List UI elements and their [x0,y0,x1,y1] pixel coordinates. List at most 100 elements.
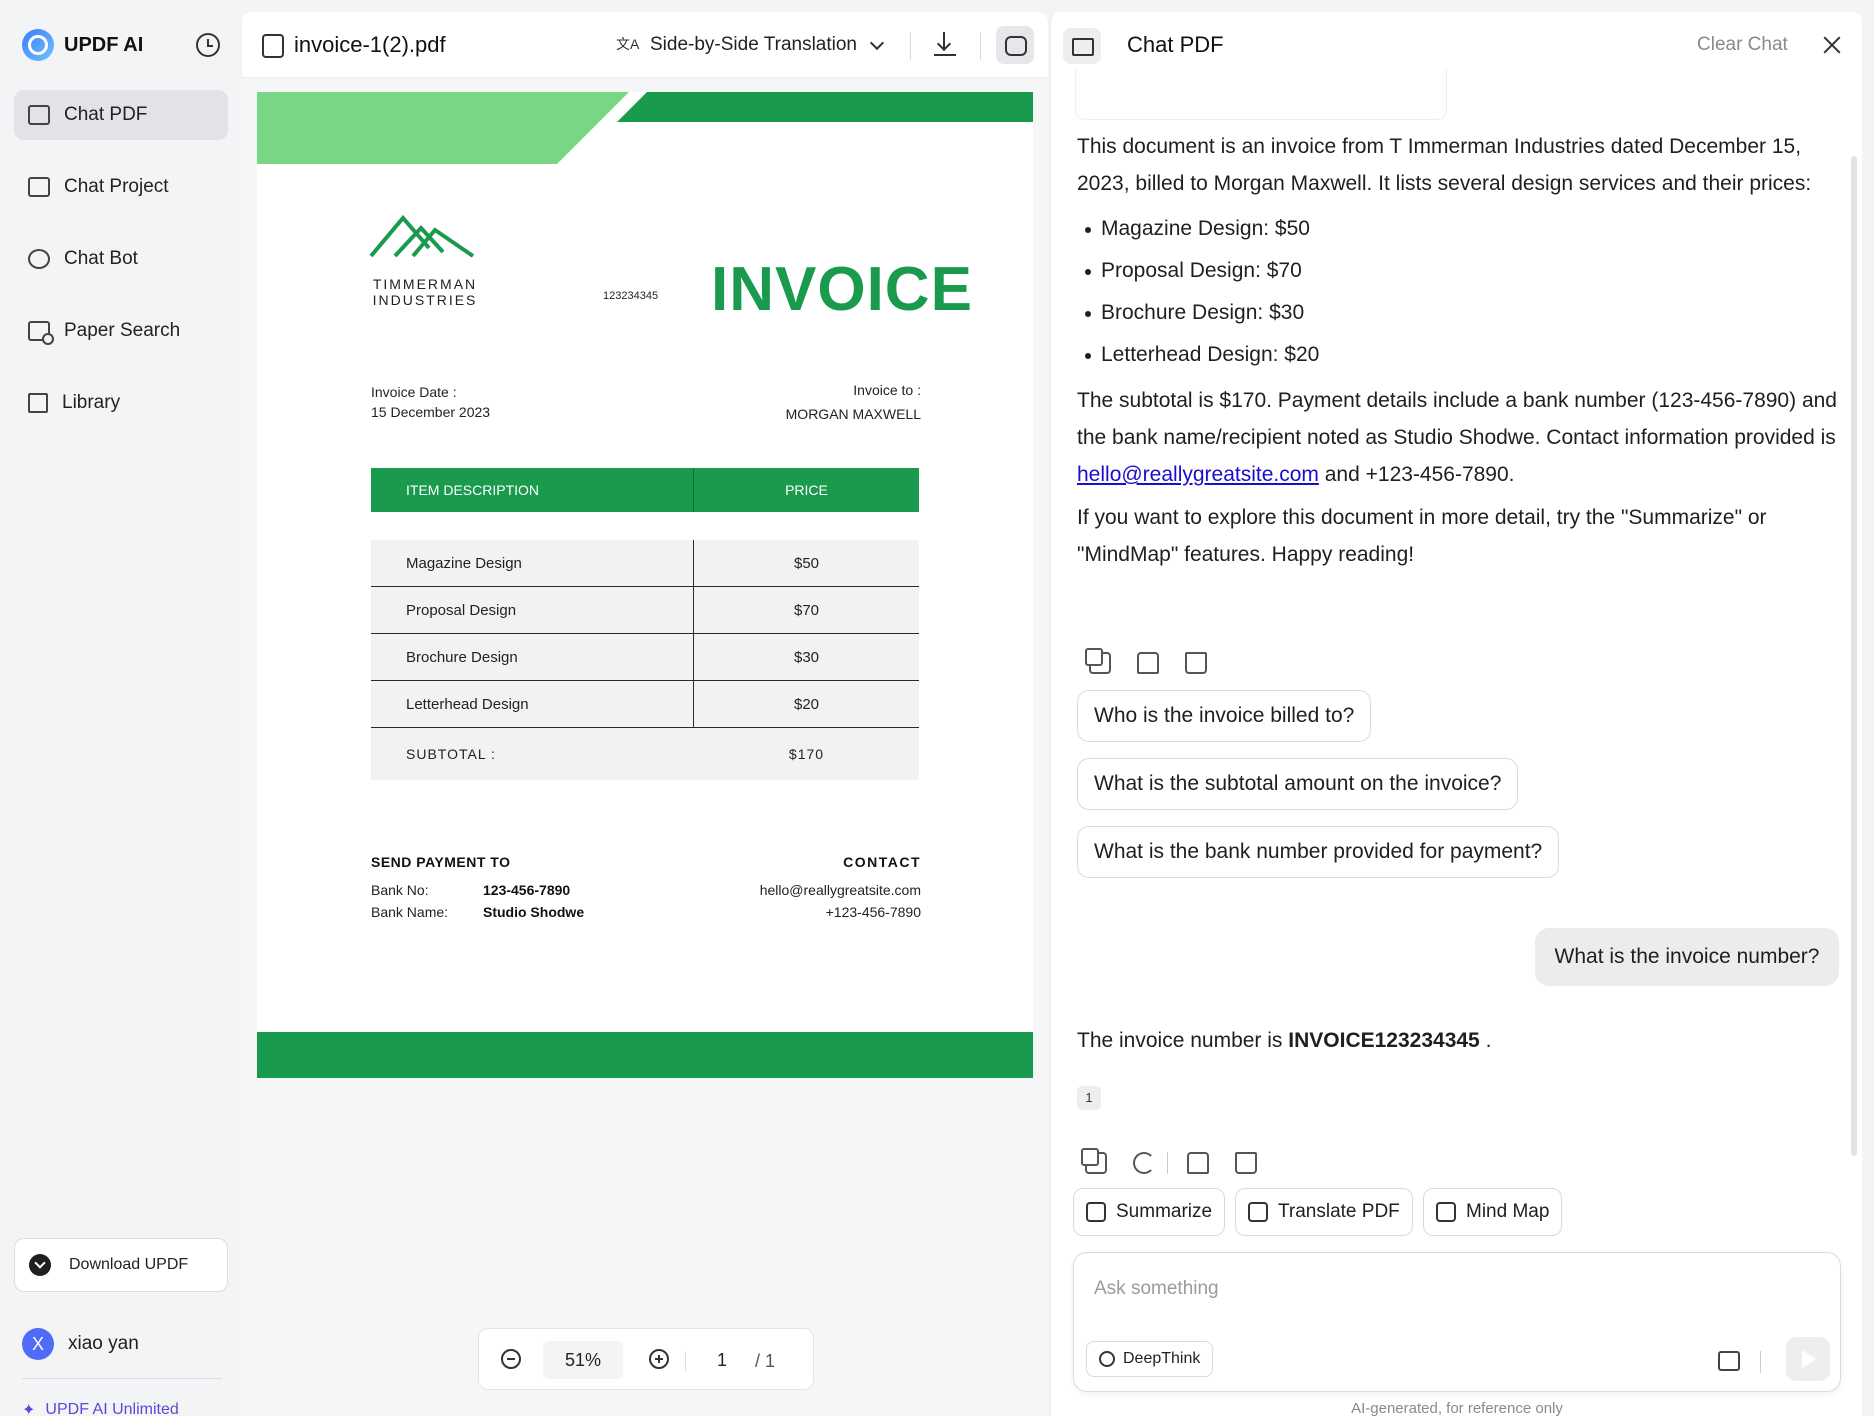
contact-email: hello@reallygreatsite.com [759,882,921,898]
plan-link[interactable]: ✦ UPDF AI Unlimited [22,1400,179,1416]
summarize-button[interactable]: Summarize [1073,1188,1226,1236]
zoom-in-icon[interactable] [649,1349,669,1369]
column-header-price: PRICE [785,482,828,498]
scrollbar[interactable] [1851,156,1857,1156]
subtotal-label: SUBTOTAL : [406,746,496,762]
zoom-level[interactable]: 51% [543,1341,623,1379]
summarize-icon [1086,1202,1106,1222]
list-item: Brochure Design: $30 [1077,292,1837,334]
price-cell: $30 [793,649,820,666]
thumbs-up-icon[interactable] [1137,652,1159,674]
divider [910,32,911,60]
brand[interactable]: UPDF AI [22,28,143,62]
thumbs-up-icon[interactable] [1187,1152,1209,1174]
citation-badge[interactable]: 1 [1077,1086,1101,1110]
translate-icon[interactable]: 文A [616,34,640,58]
send-button[interactable] [1786,1337,1830,1381]
chat-input-box: DeepThink [1073,1252,1841,1392]
invoice-number-answer: INVOICE123234345 [1288,1029,1480,1052]
ai-assistant-toggle-icon[interactable] [996,26,1034,64]
invoice-date-value: 15 December 2023 [371,404,491,420]
suggested-question[interactable]: What is the subtotal amount on the invoi… [1077,758,1519,810]
header-band-dark [647,92,1033,122]
library-icon [28,393,48,413]
deepthink-button[interactable]: DeepThink [1086,1341,1214,1377]
download-updf-button[interactable]: Download UPDF [14,1238,228,1292]
previous-message-card [1075,68,1447,120]
pdf-file-icon [262,34,284,58]
invoice-to: Invoice to : MORGAN MAXWELL [786,378,921,426]
subtotal-row: SUBTOTAL : $170 [371,728,919,780]
page-total: / 1 [755,1351,776,1371]
chevron-down-icon[interactable] [869,35,885,51]
header-band-dark-edge [617,92,647,122]
translation-mode-select[interactable]: Side-by-Side Translation [650,34,857,56]
invoice-number: 123234345 [603,290,659,302]
bank-number: Bank No: 123-456-7890 [371,882,570,898]
clear-chat-button[interactable]: Clear Chat [1697,34,1788,56]
invoice-date: Invoice Date : 15 December 2023 [371,382,490,422]
thumbs-down-icon[interactable] [1235,1152,1257,1174]
copy-icon[interactable] [1085,648,1111,674]
mind-map-button[interactable]: Mind Map [1423,1188,1563,1236]
item-cell: Brochure Design [371,634,694,680]
user-profile[interactable]: X xiao yan [22,1328,139,1360]
divider [22,1378,222,1379]
chat-pdf-icon [28,105,50,125]
download-icon [29,1254,51,1276]
sidebar-item-chat-pdf[interactable]: Chat PDF [14,90,228,140]
image-upload-icon[interactable] [1718,1351,1740,1371]
brand-name: UPDF AI [64,33,144,56]
email-link[interactable]: hello@reallygreatsite.com [1077,463,1319,486]
sidebar-nav: Chat PDF Chat Project Chat Bot Paper Sea… [14,90,228,450]
table-header: ITEM DESCRIPTION PRICE [371,468,919,512]
list-item: Proposal Design: $70 [1077,250,1837,292]
suggested-question[interactable]: Who is the invoice billed to? [1077,690,1372,742]
zoom-out-icon[interactable] [501,1349,521,1369]
sidebar-item-label: Chat Bot [64,248,138,269]
close-icon[interactable] [1821,34,1843,56]
divider [685,1351,686,1371]
column-header-item: ITEM DESCRIPTION [371,468,694,512]
sidebar-item-library[interactable]: Library [14,378,228,428]
translate-pdf-button[interactable]: Translate PDF [1235,1188,1413,1236]
invoice-to-label: Invoice to : [853,382,921,398]
price-cell: $50 [793,555,820,572]
sidebar-item-paper-search[interactable]: Paper Search [14,306,228,356]
item-cell: Magazine Design [371,540,694,586]
history-icon[interactable] [196,33,220,57]
assistant-message: This document is an invoice from T Immer… [1077,128,1837,573]
company-name-line: TIMMERMAN [372,276,478,292]
invoice-title: INVOICE [711,255,973,324]
file-name: invoice-1(2).pdf [294,32,446,57]
payment-heading: SEND PAYMENT TO [371,854,511,870]
regenerate-icon[interactable] [1133,1152,1155,1174]
list-item: Letterhead Design: $20 [1077,334,1837,376]
thumbs-down-icon[interactable] [1185,652,1207,674]
item-cell: Letterhead Design [371,681,694,727]
page-number-input[interactable]: 1 [695,1341,749,1379]
atom-icon [1099,1351,1115,1367]
book-icon[interactable] [1063,28,1101,64]
answer-paragraph: The subtotal is $170. Payment details in… [1077,382,1837,493]
download-label: Download UPDF [69,1256,189,1273]
answer-text: . [1479,1029,1492,1052]
divider [980,32,981,60]
suggested-question[interactable]: What is the bank number provided for pay… [1077,826,1560,878]
invoice-date-label: Invoice Date : [371,384,457,400]
sidebar-item-chat-bot[interactable]: Chat Bot [14,234,228,284]
mountain-logo-icon [369,214,475,258]
user-name: xiao yan [68,1333,139,1354]
ask-input[interactable] [1094,1273,1794,1305]
price-cell: $70 [793,602,820,619]
copy-icon[interactable] [1081,1148,1107,1174]
download-icon[interactable] [932,30,958,58]
contact-phone: +123-456-7890 [825,904,921,920]
tool-label: Mind Map [1466,1201,1550,1222]
sidebar-item-chat-project[interactable]: Chat Project [14,162,228,212]
assistant-message: The invoice number is INVOICE123234345 . [1077,1022,1837,1059]
table-row: Proposal Design $70 [371,587,919,634]
price-cell: $20 [793,696,820,713]
chat-title: Chat PDF [1127,32,1224,57]
sidebar-item-label: Chat PDF [64,104,148,125]
